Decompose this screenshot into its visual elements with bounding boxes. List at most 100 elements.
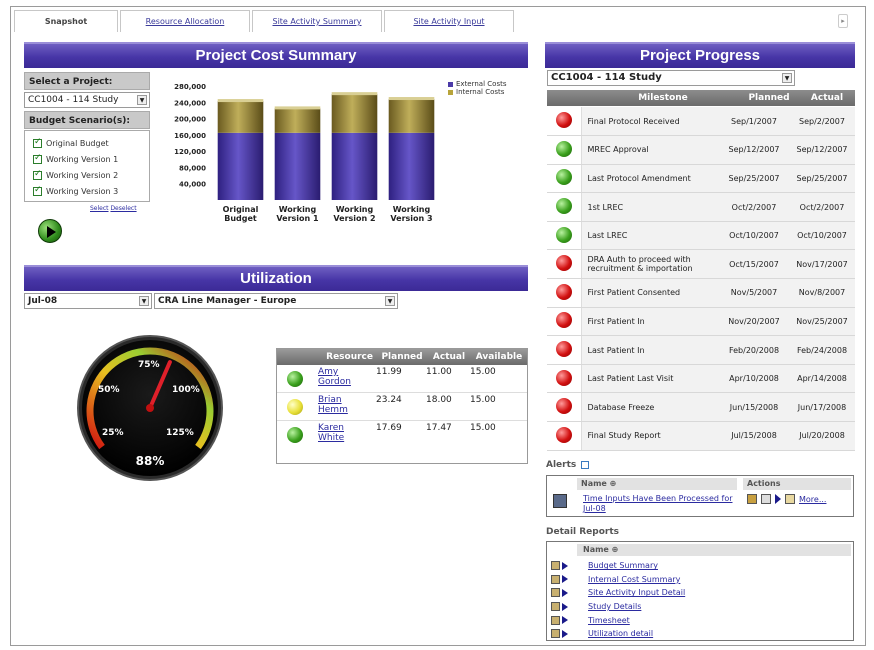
list-item: Timesheet <box>551 613 851 627</box>
y-tick-label: 280,000 <box>174 83 206 91</box>
col-planned: Planned <box>381 352 423 362</box>
tab-snapshot[interactable]: Snapshot <box>14 10 118 32</box>
project-select[interactable]: CC1004 - 114 Study ▼ <box>24 92 150 108</box>
table-row: Amy Gordon 11.99 11.00 15.00 <box>277 365 527 393</box>
table-row: Last Patient In Feb/20/2008 Feb/24/2008 <box>547 335 855 365</box>
table-row: Database Freeze Jun/15/2008 Jun/17/2008 <box>547 392 855 423</box>
checkbox-checked-icon[interactable] <box>33 185 42 196</box>
y-tick-label: 80,000 <box>179 164 206 172</box>
cost-summary-title: Project Cost Summary <box>24 42 528 68</box>
run-button[interactable] <box>38 219 62 243</box>
milestone-actual: Nov/25/2007 <box>789 307 855 337</box>
resource-link[interactable]: Brian Hemm <box>318 395 348 415</box>
tab-site-activity-summary[interactable]: Site Activity Summary <box>252 10 382 32</box>
checkbox-checked-icon[interactable] <box>33 153 42 164</box>
arrow-right-icon[interactable] <box>562 561 568 570</box>
status-green-icon <box>287 427 303 443</box>
chevron-down-icon[interactable]: ▼ <box>782 73 792 83</box>
resource-link[interactable]: Amy Gordon <box>318 367 351 387</box>
legend-internal: Internal Costs <box>448 88 506 96</box>
cell-actual: 17.47 <box>426 423 452 433</box>
col-resource: Resource <box>326 352 373 362</box>
milestone-actual: Sep/12/2007 <box>789 135 855 165</box>
manager-select-value: CRA Line Manager - Europe <box>158 296 297 306</box>
scenario-original-budget[interactable]: Original Budget <box>33 135 149 151</box>
status-green-icon <box>287 371 303 387</box>
arrow-right-icon[interactable] <box>562 602 568 611</box>
milestone-actual: Sep/25/2007 <box>789 164 855 194</box>
cell-available: 15.00 <box>470 423 496 433</box>
deselect-link[interactable]: Deselect <box>110 205 136 212</box>
detail-reports-title: Detail Reports <box>546 527 620 537</box>
tab-site-activity-input[interactable]: Site Activity Input <box>384 10 514 32</box>
more-link[interactable]: More... <box>799 495 826 504</box>
chevron-down-icon[interactable]: ▼ <box>137 95 147 105</box>
status-green-icon <box>555 169 572 186</box>
gauge-value: 88% <box>136 454 165 468</box>
cost-chart: 280,000 240,000 200,000 160,000 120,000 80,00… <box>174 83 435 223</box>
y-tick-label: 40,000 <box>179 181 206 189</box>
arrow-right-icon[interactable] <box>562 616 568 625</box>
scenario-working-version-3[interactable]: Working Version 3 <box>33 183 149 199</box>
arrow-right-icon[interactable] <box>562 588 568 597</box>
cell-actual: 11.00 <box>426 367 452 377</box>
arrow-right-icon[interactable] <box>775 494 781 504</box>
tab-resource-allocation[interactable]: Resource Allocation <box>120 10 250 32</box>
resource-table-header: Resource Planned Actual Available <box>277 349 527 365</box>
report-link[interactable]: Study Details <box>588 602 641 611</box>
reports-list: Budget Summary Internal Cost Summary Site … <box>551 559 851 641</box>
utilization-gauge: 25% 50% 75% 100% 125% 88% <box>77 335 223 481</box>
milestone-header: Milestone Planned Actual <box>547 90 855 106</box>
arrow-right-icon[interactable] <box>562 629 568 638</box>
tab-scroll-icon[interactable]: ▸ <box>838 14 848 28</box>
edit-icon[interactable] <box>747 494 757 504</box>
report-link[interactable]: Internal Cost Summary <box>588 575 680 584</box>
milestone-name: Last LREC <box>580 221 719 251</box>
report-link[interactable]: Utilization detail <box>588 629 653 638</box>
resource-rows: Amy Gordon 11.99 11.00 15.00 Brian Hemm 23… <box>277 365 527 448</box>
copy-icon[interactable] <box>761 494 771 504</box>
milestone-name: Last Protocol Amendment <box>580 164 719 194</box>
milestone-planned: Jul/15/2008 <box>719 421 789 451</box>
checkbox-checked-icon[interactable] <box>33 169 42 180</box>
milestone-planned: Oct/2/2007 <box>719 192 789 222</box>
budget-scenarios-label: Budget Scenario(s): <box>24 111 150 129</box>
alert-link[interactable]: Time Inputs Have Been Processed for Jul-… <box>583 494 741 514</box>
manager-select[interactable]: CRA Line Manager - Europe ▼ <box>154 293 398 309</box>
cell-available: 15.00 <box>470 367 496 377</box>
notes-icon[interactable] <box>785 494 795 504</box>
chevron-down-icon[interactable]: ▼ <box>385 296 395 306</box>
report-link[interactable]: Timesheet <box>588 616 630 625</box>
milestone-actual: Sep/2/2007 <box>789 107 855 137</box>
resource-link[interactable]: Karen White <box>318 423 344 443</box>
x-tick-label: Budget <box>224 214 257 223</box>
status-yellow-icon <box>287 399 303 415</box>
bar-cap <box>274 106 321 110</box>
report-link[interactable]: Budget Summary <box>588 561 658 570</box>
bar-external <box>217 132 264 200</box>
bar-external <box>331 132 378 200</box>
table-row: Final Protocol Received Sep/1/2007 Sep/2/2… <box>547 107 855 137</box>
col-milestone: Milestone <box>638 93 688 103</box>
y-tick-label: 120,000 <box>174 148 206 156</box>
select-all-link[interactable]: Select <box>90 205 109 212</box>
milestone-actual: Jul/20/2008 <box>789 421 855 451</box>
report-icon <box>551 574 560 584</box>
bar-internal <box>217 101 264 133</box>
scenario-working-version-1[interactable]: Working Version 1 <box>33 151 149 167</box>
bar-internal <box>388 99 435 133</box>
arrow-right-icon[interactable] <box>562 575 568 584</box>
chevron-down-icon[interactable]: ▼ <box>139 296 149 306</box>
select-project-label: Select a Project: <box>24 72 150 90</box>
milestone-actual: Jun/17/2008 <box>789 392 855 423</box>
status-red-icon <box>555 341 572 358</box>
x-tick-label: Version 1 <box>276 214 319 223</box>
collapse-icon[interactable] <box>581 460 590 469</box>
milestone-planned: Sep/25/2007 <box>719 164 789 194</box>
report-link[interactable]: Site Activity Input Detail <box>588 588 685 597</box>
scenario-working-version-2[interactable]: Working Version 2 <box>33 167 149 183</box>
checkbox-checked-icon[interactable] <box>33 137 42 148</box>
progress-project-select[interactable]: CC1004 - 114 Study ▼ <box>547 70 795 86</box>
period-select[interactable]: Jul-08 ▼ <box>24 293 152 309</box>
status-red-icon <box>555 283 572 300</box>
